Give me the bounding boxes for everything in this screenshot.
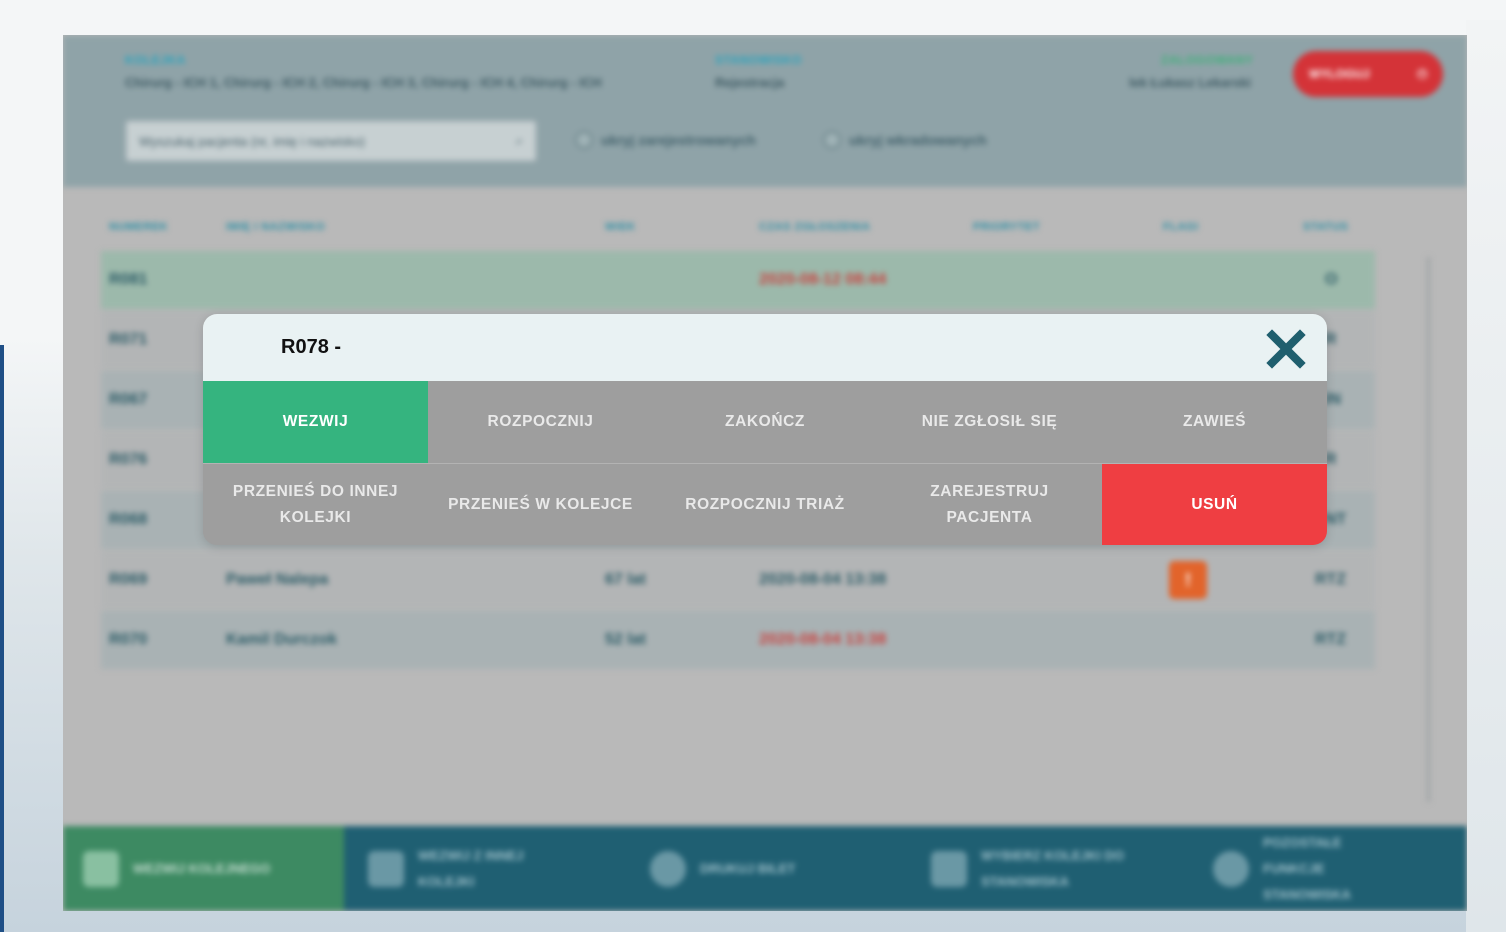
no-show-button[interactable]: NIE ZGŁOSIŁ SIĘ (877, 381, 1102, 463)
column-header-number: NUMEREK (109, 221, 169, 233)
search-placeholder: Wyszukaj pacjenta (nr, imię i nazwisko) (139, 133, 366, 149)
row-number: R068 (109, 511, 148, 528)
row-time: 2020-08-12 08:44 (759, 271, 887, 288)
row-time: 2020-08-04 13:38 (759, 631, 887, 648)
row-status: RTZ (1315, 631, 1347, 648)
gear-search-icon (1213, 850, 1249, 887)
row-number: R069 (109, 571, 148, 588)
table-row[interactable]: R070 Kamil Durczok 52 lat 2020-08-04 13:… (101, 611, 1375, 669)
alert-flag-icon: ! (1169, 561, 1207, 599)
logout-label: WYLOGUJ (1309, 67, 1370, 81)
row-age: 52 lat (605, 631, 646, 648)
move-to-other-queue-button[interactable]: PRZENIEŚ DO INNEJ KOLEJKI (203, 464, 428, 545)
call-button[interactable]: WEZWIJ (203, 381, 428, 463)
call-other-queue-icon (368, 850, 404, 887)
row-name: Paweł Nalepa (226, 571, 329, 588)
app-header: KOLEJKA Chirurg - ICH 1, Chirurg - ICH 2… (63, 35, 1467, 187)
register-patient-button[interactable]: ZAREJESTRUJ PACJENTA (877, 464, 1102, 545)
choose-queues-button[interactable]: WYBIERZ KOLEJKI DO STANOWISKA (911, 826, 1191, 911)
queues-icon (931, 850, 967, 887)
hide-called-checkbox[interactable]: ukryj wkradowanych (823, 131, 987, 149)
logged-user-label: ZALOGOWANY (1161, 53, 1254, 67)
row-status: IN (1325, 391, 1341, 408)
delete-button[interactable]: USUŃ (1102, 464, 1327, 545)
logout-button[interactable]: WYLOGUJ ⏻ (1293, 51, 1443, 97)
patient-actions-modal: R078 - WEZWIJ ROZPOCZNIJ ZAKOŃCZ NIE ZGŁ… (203, 314, 1327, 545)
search-icon: ⌕ (515, 133, 523, 148)
finish-button[interactable]: ZAKOŃCZ (653, 381, 877, 463)
row-time: 2020-08-04 13:38 (759, 571, 887, 588)
hide-registered-label: ukryj zarejestrowanych (601, 132, 756, 148)
checkbox-circle (575, 131, 593, 149)
station-value: Rejestracja (715, 75, 785, 90)
checkbox-circle (823, 131, 841, 149)
call-next-icon (83, 850, 119, 887)
row-number: R070 (109, 631, 148, 648)
table-row[interactable]: R069 Paweł Nalepa 67 lat 2020-08-04 13:3… (101, 551, 1375, 609)
table-scrollbar[interactable] (1427, 257, 1430, 802)
call-other-queue-label: WEZWIJ Z INNEJ KOLEJKI (418, 847, 524, 889)
row-status: RTZ (1315, 571, 1347, 588)
call-next-button[interactable]: WEZWIJ KOLEJNEGO (63, 826, 344, 911)
row-number: R076 (109, 451, 148, 468)
column-header-age: WIEK (605, 221, 636, 233)
station-label: STANOWISKO (715, 53, 802, 67)
row-age: 67 lat (605, 571, 646, 588)
call-other-queue-button[interactable]: WEZWIJ Z INNEJ KOLEJKI (348, 826, 608, 911)
printer-icon (650, 850, 686, 887)
patient-search-input[interactable]: Wyszukaj pacjenta (nr, imię i nazwisko) … (125, 120, 537, 162)
print-ticket-label: DRUKUJ BILET (700, 861, 796, 876)
row-number: R081 (109, 271, 148, 288)
column-header-priority: PRIORYTET (973, 221, 1041, 233)
modal-header: R078 - (203, 314, 1327, 381)
column-header-time: CZAS ZGŁOSZENIA (759, 221, 871, 233)
hide-registered-checkbox[interactable]: ukryj zarejestrowanych (575, 131, 756, 149)
start-triage-button[interactable]: ROZPOCZNIJ TRIAŻ (653, 464, 877, 545)
column-header-name: IMIĘ I NAZWISKO (226, 221, 326, 233)
row-status: NT (1325, 511, 1347, 528)
suspend-button[interactable]: ZAWIEŚ (1102, 381, 1327, 463)
close-button[interactable] (1265, 328, 1307, 370)
right-edge-strip (1466, 20, 1506, 932)
row-number: R071 (109, 331, 148, 348)
start-button[interactable]: ROZPOCZNIJ (428, 381, 653, 463)
table-row[interactable]: R081 2020-08-12 08:44 O (101, 251, 1375, 309)
row-name: Kamil Durczok (226, 631, 338, 648)
logged-user-value: lek Łukasz Lekarski (1129, 75, 1252, 90)
close-icon (1266, 329, 1306, 369)
other-functions-label: POZOSTAŁE FUNKCJE STANOWISKA (1263, 834, 1351, 902)
call-next-label: WEZWIJ KOLEJNEGO (133, 861, 271, 876)
other-functions-button[interactable]: POZOSTAŁE FUNKCJE STANOWISKA (1193, 826, 1467, 911)
move-in-queue-button[interactable]: PRZENIEŚ W KOLEJCE (428, 464, 653, 545)
print-ticket-button[interactable]: DRUKUJ BILET (630, 826, 890, 911)
row-number: R067 (109, 391, 148, 408)
queue-label: KOLEJKA (125, 53, 186, 67)
column-header-flags: FLAGI (1163, 221, 1199, 233)
queue-value: Chirurg - ICH 1, Chirurg - ICH 2, Chirur… (125, 75, 602, 90)
bottom-action-bar: WEZWIJ KOLEJNEGO WEZWIJ Z INNEJ KOLEJKI … (63, 826, 1467, 911)
column-header-status: STATUS (1303, 221, 1349, 233)
choose-queues-label: WYBIERZ KOLEJKI DO STANOWISKA (981, 847, 1125, 889)
row-status: O (1325, 271, 1338, 288)
power-icon: ⏻ (1417, 66, 1428, 81)
left-edge-strip (0, 345, 4, 932)
modal-title: R078 - (281, 336, 342, 358)
hide-called-label: ukryj wkradowanych (849, 132, 987, 148)
